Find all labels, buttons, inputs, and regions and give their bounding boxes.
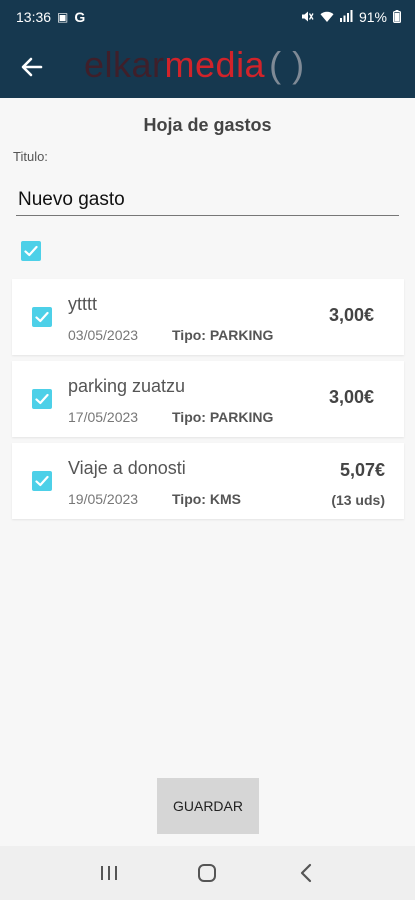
system-nav-bar	[0, 846, 415, 900]
check-icon	[24, 245, 38, 257]
status-left: 13:36 ▣ G	[16, 9, 85, 25]
logo-elkar: elkar	[84, 44, 165, 85]
check-icon	[35, 311, 49, 323]
home-button[interactable]	[187, 853, 227, 893]
back-arrow-icon	[21, 57, 43, 77]
logo-media: media	[164, 44, 266, 85]
expense-card[interactable]: ytttt 03/05/2023 Tipo: PARKING 3,00€	[12, 279, 404, 355]
page-title: Hoja de gastos	[143, 115, 272, 135]
expense-amount: 3,00€	[328, 305, 374, 325]
expense-card[interactable]: Viaje a donosti 19/05/2023 Tipo: KMS 5,0…	[12, 443, 404, 519]
expense-amount: 3,00€	[328, 387, 374, 407]
wifi-icon	[320, 10, 334, 25]
expense-name: parking zuatzu	[68, 376, 186, 396]
app-bar: elkarmedia( )	[0, 34, 415, 98]
check-icon	[35, 475, 49, 487]
save-button[interactable]: GUARDAR	[157, 778, 259, 834]
gallery-notification-icon: ▣	[57, 10, 69, 24]
app-logo: elkarmedia( )	[84, 44, 305, 86]
battery-percentage: 91%	[358, 9, 387, 25]
signal-icon	[339, 10, 353, 24]
expense-units: (13 uds)	[331, 492, 385, 508]
home-icon	[198, 864, 217, 882]
expense-checkbox[interactable]	[32, 307, 52, 327]
expense-date: 03/05/2023	[68, 327, 139, 343]
select-all-checkbox[interactable]	[21, 241, 41, 261]
expense-type: Tipo: PARKING	[172, 409, 274, 425]
expense-checkbox[interactable]	[32, 389, 52, 409]
recent-apps-button[interactable]	[89, 853, 129, 893]
expense-amount: 5,07€	[339, 460, 385, 480]
expense-type: Tipo: PARKING	[172, 327, 274, 343]
check-icon	[35, 393, 49, 405]
expense-type: Tipo: KMS	[172, 491, 241, 507]
battery-icon	[393, 9, 402, 25]
back-button[interactable]	[14, 50, 50, 84]
expense-name: ytttt	[68, 294, 98, 314]
title-input[interactable]	[16, 184, 399, 216]
status-right: 91%	[301, 9, 402, 25]
expense-date: 17/05/2023	[68, 409, 139, 425]
nav-back-icon	[300, 863, 311, 883]
google-notification-icon: G	[74, 9, 86, 25]
expense-list: ytttt 03/05/2023 Tipo: PARKING 3,00€ par…	[12, 279, 404, 525]
status-time: 13:36	[16, 9, 52, 25]
title-field-label: Titulo:	[13, 149, 48, 164]
logo-brackets: ( )	[269, 44, 305, 85]
expense-name: Viaje a donosti	[68, 458, 186, 478]
status-bar: 13:36 ▣ G 91%	[0, 0, 415, 34]
recent-apps-icon	[101, 866, 118, 880]
nav-back-button[interactable]	[286, 853, 326, 893]
expense-card[interactable]: parking zuatzu 17/05/2023 Tipo: PARKING …	[12, 361, 404, 437]
mute-icon	[301, 10, 314, 25]
expense-checkbox[interactable]	[32, 471, 52, 491]
expense-date: 19/05/2023	[68, 491, 139, 507]
